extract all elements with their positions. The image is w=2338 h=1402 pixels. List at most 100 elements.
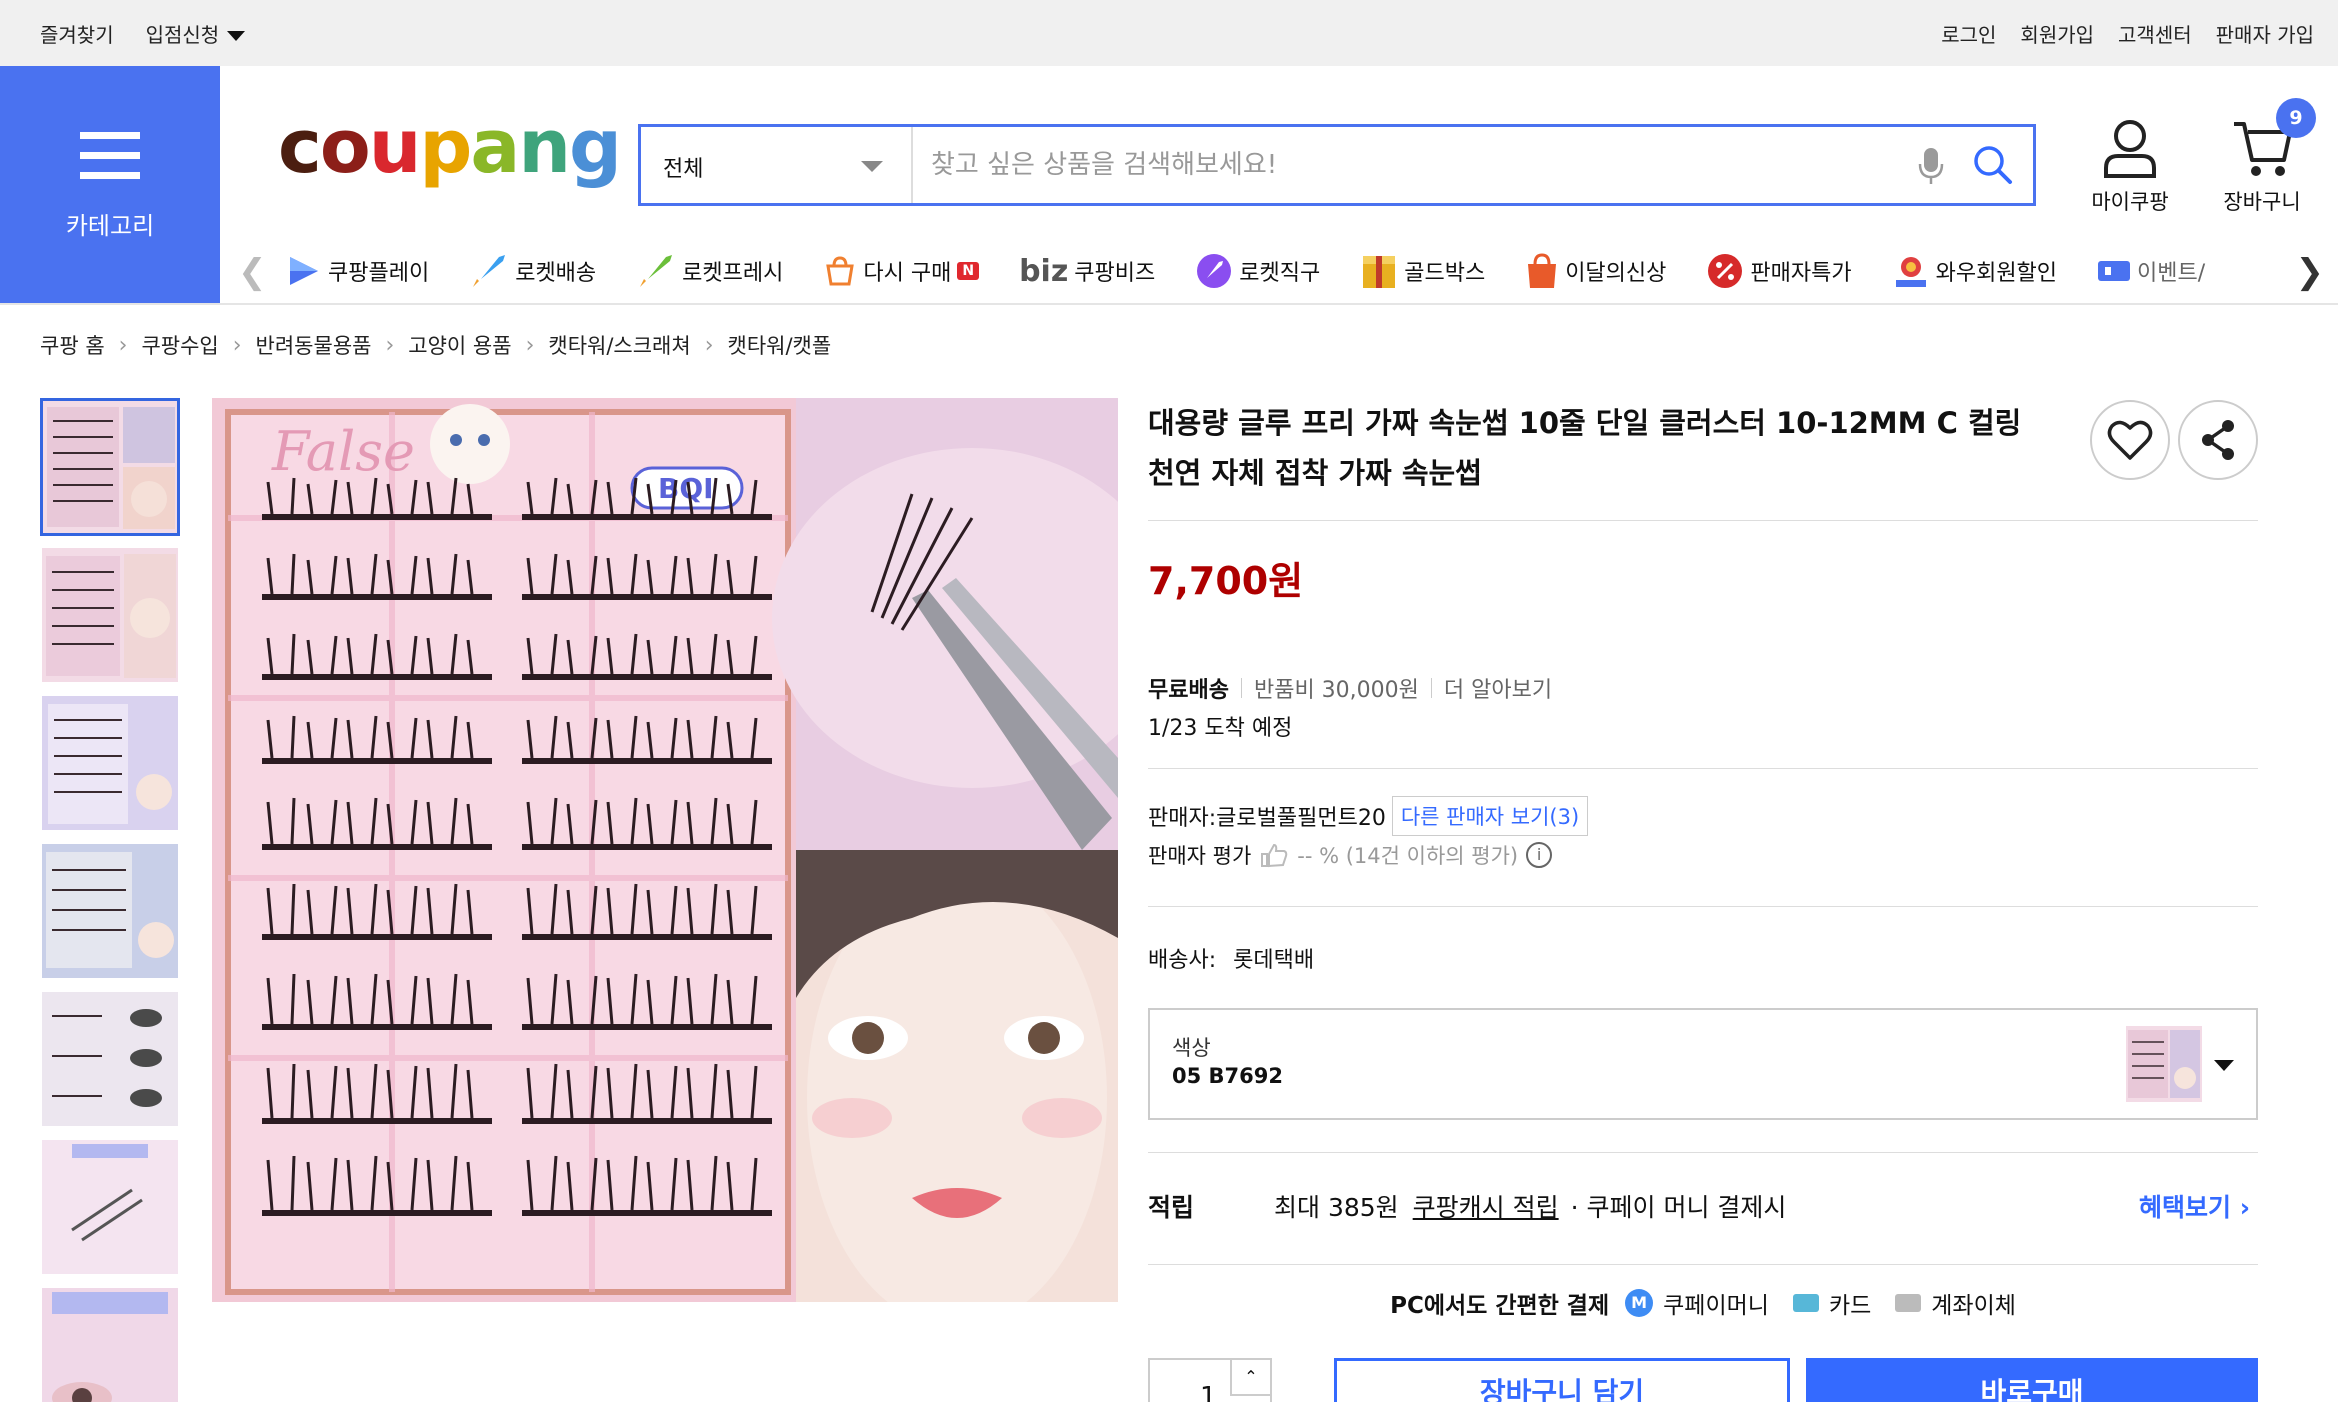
dropdown-arrow-icon <box>861 161 883 172</box>
breadcrumb-item[interactable]: 캣타워/캣폴 <box>728 330 832 360</box>
seller-signup-link[interactable]: 판매자 가입 <box>2216 19 2314 48</box>
nav-seller-deals[interactable]: 판매자특가 <box>1706 252 1852 290</box>
info-icon[interactable]: i <box>1526 842 1553 868</box>
seller-rating-label: 판매자 평가 <box>1148 844 1252 868</box>
nav-label: 이벤트/ <box>2137 261 2206 286</box>
new-icon <box>1528 253 1557 288</box>
return-fee: 반품비 30,000원 <box>1253 678 1419 703</box>
nav-label: 로켓직구 <box>1239 261 1321 286</box>
coupay-money-icon: M <box>1625 1289 1654 1317</box>
add-to-cart-button[interactable]: 장바구니 담기 <box>1334 1358 1790 1402</box>
card-label: 카드 <box>1828 1293 1872 1319</box>
product-thumbnail[interactable] <box>40 694 180 832</box>
option-value: 05 B7692 <box>1172 1064 1283 1088</box>
nav-rebuy[interactable]: 다시 구매 N <box>823 254 980 288</box>
seller-name[interactable]: 글로벌풀필먼트20 <box>1216 800 1386 832</box>
cart-button[interactable]: 9 장바구니 <box>2212 98 2316 216</box>
divider <box>1148 1264 2258 1265</box>
category-menu-button[interactable]: 카테고리 <box>0 66 220 304</box>
logo-letter: g <box>569 104 622 190</box>
logo-letter: n <box>518 104 571 190</box>
main-product-image[interactable]: False BQI <box>212 398 1172 1328</box>
coupang-cash-link[interactable]: 쿠팡캐시 적립 <box>1413 1188 1559 1224</box>
nav-rocket-delivery[interactable]: 로켓배송 <box>469 251 596 291</box>
rocket-global-icon <box>1197 254 1232 288</box>
microphone-icon[interactable] <box>1917 145 1945 191</box>
product-title: 대용량 글루 프리 가짜 속눈썹 10줄 단일 클러스터 10-12MM C 컬… <box>1148 406 2022 490</box>
payment-methods: PC에서도 간편한 결제 M 쿠페이머니 카드 계좌이체 <box>1148 1286 2258 1320</box>
svg-text:BQI: BQI <box>658 472 714 505</box>
breadcrumb-item[interactable]: 고양이 용품 <box>408 330 511 360</box>
arrival-date: 1/23 도착 예정 <box>1148 716 1293 741</box>
divider <box>1148 520 2258 521</box>
chevron-up-icon[interactable]: ⌃ <box>1230 1360 1270 1396</box>
product-price: 7,700원 <box>1148 559 1304 603</box>
coupang-logo[interactable]: coupang <box>278 104 622 190</box>
breadcrumb-item[interactable]: 쿠팡 홈 <box>40 330 105 360</box>
wishlist-button[interactable] <box>2090 400 2170 480</box>
divider <box>1148 906 2258 907</box>
share-button[interactable] <box>2178 400 2258 480</box>
breadcrumb-item[interactable]: 캣타워/스크래쳐 <box>548 330 690 360</box>
chevron-right-icon: › <box>118 332 128 358</box>
purchase-actions: 1 ⌃ 장바구니 담기 바로구매 <box>1148 1358 2258 1402</box>
customer-center-link[interactable]: 고객센터 <box>2118 19 2192 48</box>
learn-more-link[interactable]: 더 알아보기 <box>1444 672 1552 704</box>
product-thumbnail[interactable] <box>40 990 180 1128</box>
search-icon[interactable] <box>1971 143 2015 191</box>
quantity-stepper[interactable]: 1 ⌃ <box>1148 1358 1272 1402</box>
event-icon <box>2098 261 2131 281</box>
rocket-icon <box>473 255 506 287</box>
mycoupang-button[interactable]: 마이쿠팡 <box>2080 116 2180 216</box>
seller-deal-icon <box>1708 254 1743 288</box>
chevron-right-icon[interactable]: ❯ <box>2296 252 2325 292</box>
product-thumbnail[interactable] <box>40 398 180 536</box>
product-thumbnail[interactable] <box>40 1286 180 1402</box>
nav-label: 로켓배송 <box>515 261 597 286</box>
nav-rocket-global[interactable]: 로켓직구 <box>1195 252 1320 290</box>
nav-label: 쿠팡플레이 <box>328 261 430 286</box>
product-thumbnail[interactable] <box>40 1138 180 1276</box>
bank-transfer-icon <box>1895 1294 1922 1312</box>
thumbnail-list <box>40 398 182 1402</box>
chevron-right-icon: › <box>704 332 714 358</box>
courier-label: 배송사: <box>1148 948 1217 973</box>
favorites-link[interactable]: 즐겨찾기 <box>40 19 114 48</box>
breadcrumb-item[interactable]: 반려동물용품 <box>256 330 372 360</box>
product-thumbnail[interactable] <box>40 842 180 980</box>
nav-wow-discount[interactable]: 와우회원할인 <box>1892 252 2057 290</box>
signup-link[interactable]: 회원가입 <box>2020 19 2094 48</box>
rebuy-icon <box>826 256 855 286</box>
nav-goldbox[interactable]: 골드박스 <box>1360 252 1485 290</box>
store-apply-menu[interactable]: 입점신청 <box>146 19 246 48</box>
separator <box>1430 678 1432 698</box>
search-input[interactable] <box>931 141 1891 189</box>
logo-letter: o <box>319 104 371 190</box>
separator <box>1240 678 1242 698</box>
nav-rocket-fresh[interactable]: 로켓프레시 <box>636 251 783 291</box>
buy-now-button[interactable]: 바로구매 <box>1806 1358 2258 1402</box>
nav-new-arrivals[interactable]: 이달의신상 <box>1525 252 1666 290</box>
login-link[interactable]: 로그인 <box>1941 19 1996 48</box>
payment-title: PC에서도 간편한 결제 <box>1390 1293 1610 1319</box>
color-option-select[interactable]: 색상 05 B7692 <box>1148 1008 2258 1120</box>
breadcrumb-item[interactable]: 쿠팡수입 <box>141 330 218 360</box>
other-sellers-button[interactable]: 다른 판매자 보기(3) <box>1391 796 1589 836</box>
svg-text:False: False <box>271 420 415 483</box>
chevron-right-icon: › <box>525 332 535 358</box>
nav-events[interactable]: 이벤트/ <box>2097 255 2205 287</box>
nav-coupang-play[interactable]: 쿠팡플레이 <box>286 253 429 289</box>
chevron-left-icon[interactable]: ❮ <box>238 252 267 292</box>
search-category-select[interactable]: 전체 <box>641 127 913 203</box>
sub-navigation: ❮ 쿠팡플레이 로켓배송 로켓프레시 다시 구매 N biz 쿠팡비즈 로켓직구 <box>230 238 2338 304</box>
divider <box>1148 1152 2258 1153</box>
nav-label: 판매자특가 <box>1750 261 1852 286</box>
benefit-link[interactable]: 혜택보기 › <box>2139 1188 2250 1224</box>
nav-label: 다시 구매 <box>863 261 952 286</box>
wow-icon <box>1895 257 1926 287</box>
product-thumbnail[interactable] <box>40 546 180 684</box>
nav-label: 와우회원할인 <box>1935 261 2058 286</box>
breadcrumb: 쿠팡 홈 › 쿠팡수입 › 반려동물용품 › 고양이 용품 › 캣타워/스크래쳐… <box>40 330 831 360</box>
cart-label: 장바구니 <box>2223 190 2301 214</box>
nav-coupang-biz[interactable]: biz 쿠팡비즈 <box>1019 254 1155 289</box>
